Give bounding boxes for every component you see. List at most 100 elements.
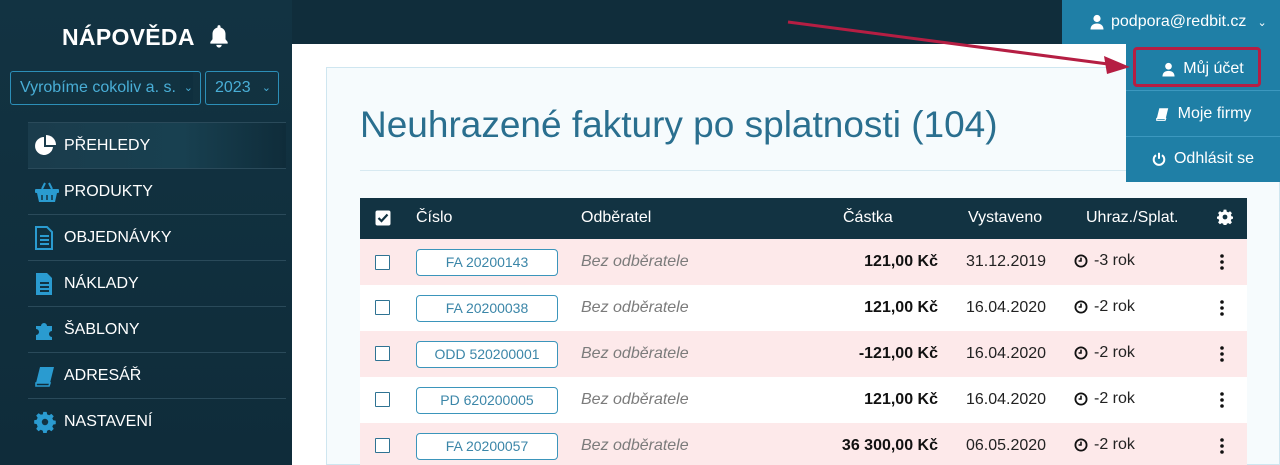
chevron-down-icon: ⌄ — [179, 72, 193, 104]
sidebar-item-label: PŘEHLEDY — [64, 136, 151, 154]
chevron-down-icon: ⌄ — [1257, 16, 1267, 29]
sidebar-item-produkty[interactable]: PRODUKTY — [28, 168, 286, 214]
menu-item-label: Moje firmy — [1177, 105, 1252, 122]
sidebar: NÁPOVĚDA Vyrobíme cokoliv a. s. ⌄ 2023 ⌄… — [0, 0, 292, 465]
due-cell: -3 rok — [1074, 252, 1135, 270]
table-row[interactable]: FA 20200143 Bez odběratele 121,00 Kč 31.… — [360, 239, 1247, 285]
amount-cell: -121,00 Kč — [858, 345, 938, 362]
amount-cell: 121,00 Kč — [864, 391, 938, 408]
issued-cell: 16.04.2020 — [966, 345, 1047, 362]
table-settings-gear-icon[interactable] — [1217, 209, 1233, 230]
page-title: Neuhrazené faktury po splatnosti (104) — [360, 104, 998, 145]
row-menu-icon[interactable] — [1218, 343, 1226, 365]
due-cell: -2 rok — [1074, 298, 1135, 316]
bell-icon[interactable] — [206, 23, 232, 49]
sidebar-nav: PŘEHLEDY PRODUKTY OBJEDNÁVKY NÁKLADY ŠAB… — [28, 122, 286, 444]
issued-cell: 06.05.2020 — [966, 437, 1047, 454]
row-checkbox[interactable] — [375, 255, 390, 270]
sidebar-item-label: NÁKLADY — [64, 274, 139, 292]
due-value: -2 rok — [1094, 390, 1135, 407]
sidebar-item-nastaveni[interactable]: NASTAVENÍ — [28, 398, 286, 444]
invoice-number-button[interactable]: PD 620200005 — [416, 387, 558, 414]
invoice-number-button[interactable]: ODD 520200001 — [416, 341, 558, 368]
brand-title[interactable]: NÁPOVĚDA — [62, 24, 195, 51]
amount-cell: 36 300,00 Kč — [841, 437, 938, 454]
amount-cell: 121,00 Kč — [864, 299, 938, 316]
row-checkbox[interactable] — [375, 346, 390, 361]
menu-item-logout[interactable]: Odhlásit se — [1126, 136, 1280, 182]
issued-cell: 16.04.2020 — [966, 299, 1047, 316]
column-header-issued[interactable]: Vystaveno — [968, 209, 1042, 227]
document-filled-icon — [28, 261, 62, 307]
select-all-checkbox[interactable] — [375, 210, 391, 231]
clock-icon — [1074, 254, 1088, 268]
basket-icon — [28, 169, 62, 215]
row-checkbox[interactable] — [375, 438, 390, 453]
table-row[interactable]: PD 620200005 Bez odběratele 121,00 Kč 16… — [360, 377, 1247, 423]
due-value: -2 rok — [1094, 436, 1135, 453]
menu-item-label: Odhlásit se — [1173, 150, 1255, 167]
customer-cell: Bez odběratele — [581, 437, 689, 454]
chevron-down-icon: ⌄ — [261, 82, 271, 94]
pie-chart-icon — [28, 123, 62, 169]
customer-cell: Bez odběratele — [581, 253, 689, 270]
row-checkbox[interactable] — [375, 300, 390, 315]
year-select[interactable]: 2023 ⌄ — [205, 71, 279, 105]
row-menu-icon[interactable] — [1218, 297, 1226, 319]
invoice-number-button[interactable]: FA 20200038 — [416, 295, 558, 322]
table-row[interactable]: FA 20200057 Bez odběratele 36 300,00 Kč … — [360, 423, 1247, 465]
due-cell: -2 rok — [1074, 344, 1135, 362]
sidebar-item-label: ŠABLONY — [64, 320, 140, 338]
row-menu-icon[interactable] — [1218, 435, 1226, 457]
row-checkbox[interactable] — [375, 392, 390, 407]
row-menu-icon[interactable] — [1218, 389, 1226, 411]
title-divider — [360, 170, 1247, 171]
sidebar-item-sablony[interactable]: ŠABLONY — [28, 306, 286, 352]
invoice-number-button[interactable]: FA 20200143 — [416, 249, 558, 276]
column-header-customer[interactable]: Odběratel — [581, 209, 651, 227]
column-header-number[interactable]: Číslo — [416, 209, 452, 227]
year-select-value: 2023 — [215, 79, 251, 96]
due-cell: -2 rok — [1074, 390, 1135, 408]
clock-icon — [1074, 346, 1088, 360]
table-row[interactable]: FA 20200038 Bez odběratele 121,00 Kč 16.… — [360, 285, 1247, 331]
due-value: -2 rok — [1094, 298, 1135, 315]
column-header-paid-due[interactable]: Uhraz./Splat. — [1086, 209, 1178, 227]
account-email: podpora@redbit.cz — [1111, 13, 1247, 30]
table-header: Číslo Odběratel Částka Vystaveno Uhraz./… — [360, 198, 1247, 239]
puzzle-icon — [28, 307, 62, 353]
customer-cell: Bez odběratele — [581, 299, 689, 316]
user-icon — [1090, 14, 1104, 30]
sidebar-item-label: OBJEDNÁVKY — [64, 228, 172, 246]
sidebar-item-prehledy[interactable]: PŘEHLEDY — [28, 122, 286, 168]
sidebar-item-label: NASTAVENÍ — [64, 412, 153, 430]
sidebar-item-objednavky[interactable]: OBJEDNÁVKY — [28, 214, 286, 260]
column-header-amount[interactable]: Částka — [843, 209, 893, 227]
customer-cell: Bez odběratele — [581, 391, 689, 408]
menu-item-my-companies[interactable]: Moje firmy — [1126, 91, 1280, 137]
company-select-value: Vyrobíme cokoliv a. s. — [20, 79, 176, 96]
invoice-number-button[interactable]: FA 20200057 — [416, 433, 558, 460]
company-select[interactable]: Vyrobíme cokoliv a. s. ⌄ — [10, 71, 201, 105]
table-row[interactable]: ODD 520200001 Bez odběratele -121,00 Kč … — [360, 331, 1247, 377]
document-lines-icon — [28, 215, 62, 261]
customer-cell: Bez odběratele — [581, 345, 689, 362]
account-menu-toggle[interactable]: podpora@redbit.cz ⌄ — [1062, 0, 1280, 44]
due-cell: -2 rok — [1074, 436, 1135, 454]
my-account-highlight — [1133, 47, 1261, 87]
clock-icon — [1074, 392, 1088, 406]
gear-icon — [28, 399, 62, 445]
row-menu-icon[interactable] — [1218, 251, 1226, 273]
sidebar-item-naklady[interactable]: NÁKLADY — [28, 260, 286, 306]
sidebar-item-adresar[interactable]: ADRESÁŘ — [28, 352, 286, 398]
clock-icon — [1074, 438, 1088, 452]
amount-cell: 121,00 Kč — [864, 253, 938, 270]
issued-cell: 31.12.2019 — [966, 253, 1047, 270]
clock-icon — [1074, 300, 1088, 314]
issued-cell: 16.04.2020 — [966, 391, 1047, 408]
due-value: -2 rok — [1094, 344, 1135, 361]
book-icon — [1155, 108, 1168, 121]
power-icon — [1152, 152, 1166, 166]
sidebar-item-label: ADRESÁŘ — [64, 366, 142, 384]
sidebar-item-label: PRODUKTY — [64, 182, 153, 200]
